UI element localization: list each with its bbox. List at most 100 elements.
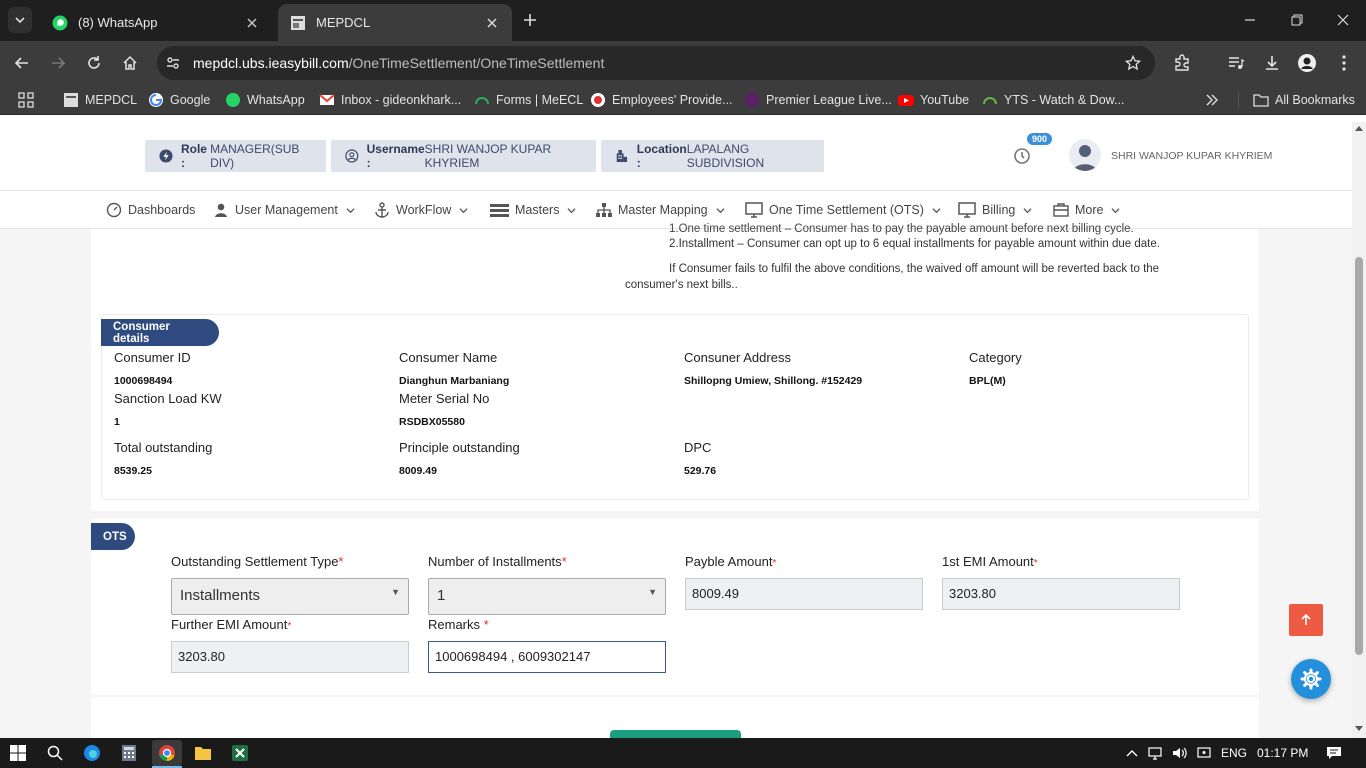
url-text: mepdcl.ubs.ieasybill.com/OneTimeSettleme… xyxy=(193,55,605,71)
bolt-icon xyxy=(159,149,173,163)
notifications-button[interactable] xyxy=(1013,147,1031,165)
user-display-name[interactable]: SHRI WANJOP KUPAR KHYRIEM xyxy=(1111,150,1272,162)
nav-one-time-settlement[interactable]: One Time Settlement (OTS) xyxy=(745,202,941,218)
taskbar-search-button[interactable] xyxy=(45,743,65,763)
whatsapp-icon xyxy=(225,92,241,108)
tab-whatsapp[interactable]: (8) WhatsApp xyxy=(40,4,272,41)
profile-button[interactable] xyxy=(1295,51,1319,75)
further-emi-label: Further EMI Amount* xyxy=(171,617,292,632)
avatar-icon xyxy=(1073,145,1097,171)
taskbar-calculator[interactable] xyxy=(119,743,139,763)
whatsapp-icon xyxy=(52,15,68,30)
tab-title: (8) WhatsApp xyxy=(78,15,158,30)
further-emi-field[interactable]: 3203.80 xyxy=(171,641,409,673)
nav-masters[interactable]: Masters xyxy=(490,202,576,218)
remarks-field[interactable]: 1000698494 , 6009302147 xyxy=(428,641,666,673)
chevron-down-icon xyxy=(1111,207,1121,213)
minimize-button[interactable] xyxy=(1238,8,1262,32)
nav-master-mapping[interactable]: Master Mapping xyxy=(596,202,725,218)
nav-dashboards[interactable]: Dashboards xyxy=(106,202,195,218)
yts-icon xyxy=(982,92,998,108)
puzzle-icon xyxy=(1175,54,1189,71)
profile-avatar-icon xyxy=(1298,54,1316,72)
tab-search-button[interactable] xyxy=(8,7,32,33)
downloads-button[interactable] xyxy=(1260,51,1284,75)
mepdcl-favicon xyxy=(291,15,305,30)
more-bookmarks-button[interactable] xyxy=(1204,91,1226,109)
meter-serial-value: RSDBX05580 xyxy=(399,416,465,428)
payable-amount-field[interactable]: 8009.49 xyxy=(685,578,923,610)
address-bar[interactable]: mepdcl.ubs.ieasybill.com/OneTimeSettleme… xyxy=(157,46,1155,80)
tray-overflow-button[interactable] xyxy=(1122,743,1142,763)
nav-more[interactable]: More xyxy=(1053,202,1121,218)
ots-note-line2: 2.Installment – Consumer can opt up to 6… xyxy=(669,238,1160,250)
browser-menu-button[interactable] xyxy=(1332,51,1356,75)
location-chip: Location : LAPALANG SUBDIVISION xyxy=(601,140,824,172)
edge-icon xyxy=(84,745,100,761)
bookmark-premier-league[interactable]: Premier League Live... xyxy=(744,91,892,109)
bookmark-mepdcl[interactable]: MEPDCL xyxy=(63,91,137,109)
display-button[interactable] xyxy=(1194,743,1214,763)
page-scrollbar[interactable] xyxy=(1352,122,1366,738)
user-avatar[interactable] xyxy=(1069,139,1101,171)
minimize-icon xyxy=(1245,19,1255,21)
reload-button[interactable] xyxy=(82,51,106,75)
tab-mepdcl[interactable]: MEPDCL xyxy=(278,4,512,41)
taskbar-edge[interactable] xyxy=(82,743,102,763)
windows-icon xyxy=(10,745,26,761)
nav-workflow[interactable]: WorkFlow xyxy=(374,202,468,218)
taskbar-file-explorer[interactable] xyxy=(193,743,213,763)
scrollbar-thumb[interactable] xyxy=(1355,257,1363,655)
home-button[interactable] xyxy=(118,51,142,75)
browser-toolbar: mepdcl.ubs.ieasybill.com/OneTimeSettleme… xyxy=(0,41,1366,85)
restore-button[interactable] xyxy=(1285,8,1309,32)
bookmark-gmail[interactable]: Inbox - gideonkhark... xyxy=(319,91,461,109)
sitemap-icon xyxy=(596,203,612,217)
bookmark-epf[interactable]: Employees' Provide... xyxy=(590,91,733,109)
bookmark-youtube[interactable]: YouTube xyxy=(898,91,969,109)
taskbar-excel[interactable] xyxy=(230,743,250,763)
consumer-card: 1.One time settlement – Consumer has to … xyxy=(91,223,1259,511)
forward-button[interactable] xyxy=(46,51,70,75)
close-tab-icon[interactable] xyxy=(244,15,260,31)
dpc-value: 529.76 xyxy=(684,465,717,477)
scroll-to-top-button[interactable] xyxy=(1289,604,1323,636)
nav-billing[interactable]: Billing xyxy=(958,202,1032,218)
close-window-button[interactable] xyxy=(1331,8,1355,32)
extensions-button[interactable] xyxy=(1170,51,1194,75)
back-button[interactable] xyxy=(10,51,34,75)
monitor-icon xyxy=(958,202,976,218)
calculator-icon xyxy=(122,745,136,761)
home-icon xyxy=(123,55,137,70)
dpc-label: DPC xyxy=(684,440,712,455)
notification-center-button[interactable] xyxy=(1324,743,1344,763)
monitor-icon xyxy=(745,202,763,218)
start-button[interactable] xyxy=(8,743,28,763)
settings-fab[interactable] xyxy=(1291,659,1331,699)
system-clock[interactable]: 01:17 PM xyxy=(1257,746,1308,760)
language-indicator[interactable]: ENG xyxy=(1221,746,1247,760)
bookmark-forms[interactable]: Forms | MeECL xyxy=(474,91,583,109)
apps-button[interactable] xyxy=(18,91,40,109)
display-icon xyxy=(1197,747,1211,758)
new-tab-button[interactable] xyxy=(520,10,540,30)
bookmark-yts[interactable]: YTS - Watch & Dow... xyxy=(982,91,1124,109)
bookmark-google[interactable]: Google xyxy=(148,91,210,109)
bookmark-whatsapp[interactable]: WhatsApp xyxy=(225,91,305,109)
installments-select[interactable]: 1 ▼ xyxy=(428,578,666,615)
close-tab-icon[interactable] xyxy=(484,15,500,31)
submit-button[interactable] xyxy=(610,730,741,738)
consumer-id-label: Consumer ID xyxy=(114,350,191,365)
sanction-load-value: 1 xyxy=(114,416,120,428)
all-bookmarks-button[interactable]: All Bookmarks xyxy=(1238,91,1355,109)
media-control-button[interactable] xyxy=(1224,51,1248,75)
volume-button[interactable] xyxy=(1170,743,1190,763)
meter-serial-label: Meter Serial No xyxy=(399,391,490,406)
epf-icon xyxy=(590,92,606,108)
taskbar-chrome[interactable] xyxy=(152,740,182,766)
network-button[interactable] xyxy=(1146,743,1166,763)
mepdcl-favicon xyxy=(63,92,79,108)
nav-user-management[interactable]: User Management xyxy=(213,202,355,218)
settlement-type-select[interactable]: Installments ▼ xyxy=(171,578,409,615)
first-emi-field[interactable]: 3203.80 xyxy=(942,578,1180,610)
